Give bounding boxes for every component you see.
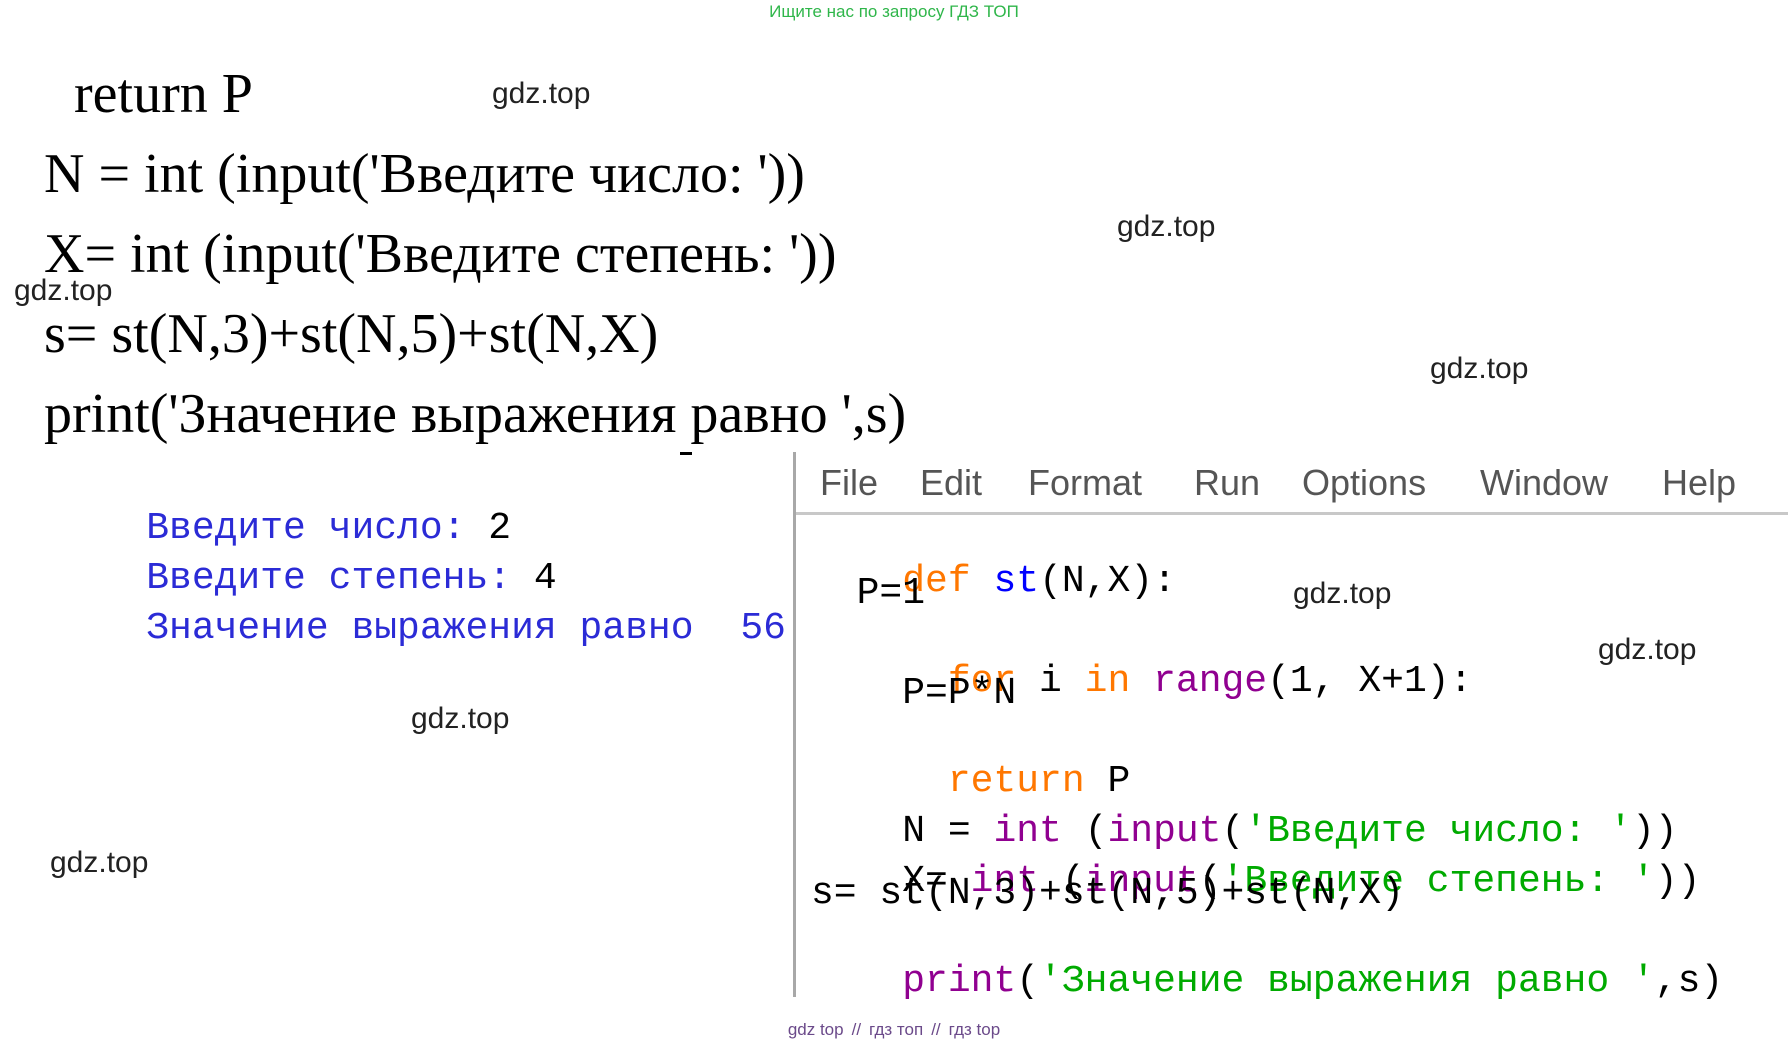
shell-line-3: Значение выражения равно 56 [55,572,786,686]
code-var-i: i [1016,660,1085,703]
code-paren: )) [1654,860,1701,903]
watermark: gdz.top [1117,210,1216,243]
watermark: gdz.top [1293,577,1392,610]
string-literal: 'Значение выражения равно ' [1039,960,1655,1003]
code-line-4[interactable]: P=P*N [811,675,1016,713]
builtin-print: print [902,960,1017,1003]
kw-in: in [1084,660,1131,703]
watermark: gdz.top [1430,352,1529,385]
watermark: gdz.top [50,846,149,879]
watermark: gdz.top [411,702,510,735]
text-cursor-mark [680,452,692,455]
bottom-banner-part: гдз топ [869,1020,924,1039]
printed-line-print: print('Значение выражения равно ',s) [44,383,907,445]
code-print-args: ,s) [1654,960,1724,1003]
shell-result-text: Значение выражения равно [146,607,717,650]
menu-bar: File Edit Format Run Options Window Help [796,452,1788,515]
bottom-banner-separator: // [931,1020,941,1039]
code-line-8[interactable]: s= st(N,3)+st(N,5)+st(N,X) [811,875,1404,913]
watermark: gdz.top [1598,633,1697,666]
code-paren: ( [1016,960,1040,1003]
menu-run[interactable]: Run [1194,462,1260,504]
bottom-banner: gdz top // гдз топ // гдз top [0,1020,1788,1040]
code-range-args: (1, X+1): [1267,660,1473,703]
shell-output-panel: Введите число: 2 Введите степень: 4 Знач… [40,452,786,997]
menu-edit[interactable]: Edit [920,462,982,504]
menu-window[interactable]: Window [1480,462,1608,504]
shell-result-value: 56 [740,607,786,650]
bottom-banner-part: gdz top [787,1020,844,1039]
bottom-banner-part: гдз top [948,1020,1001,1039]
printed-line-input-x: X= int (input('Введите степень: ')) [44,223,837,285]
watermark: gdz.top [14,274,113,307]
code-line-2[interactable]: P=1 [811,575,925,613]
menu-options[interactable]: Options [1302,462,1426,504]
code-params: (N,X): [1039,560,1176,603]
printed-line-input-n: N = int (input('Введите число: ')) [44,143,805,205]
watermark: gdz.top [492,77,591,110]
menu-file[interactable]: File [820,462,878,504]
bottom-banner-separator: // [851,1020,862,1039]
top-banner: Ищите нас по запросу ГДЗ ТОП [769,2,1019,21]
printed-line-return: return P [74,63,253,125]
menu-help[interactable]: Help [1662,462,1736,504]
idle-editor-window: File Edit Format Run Options Window Help… [793,452,1788,1001]
printed-line-sum: s= st(N,3)+st(N,5)+st(N,X) [44,303,659,365]
menu-format[interactable]: Format [1028,462,1142,504]
fn-name-st: st [993,560,1040,603]
builtin-range: range [1153,660,1268,703]
